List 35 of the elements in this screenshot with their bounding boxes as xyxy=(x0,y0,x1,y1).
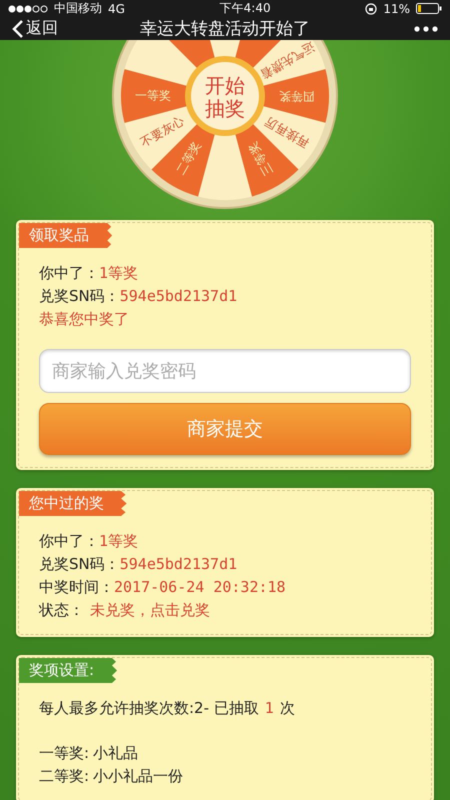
prize-name: 小小礼品一份 xyxy=(93,766,184,787)
prize-name: 小礼品 xyxy=(93,743,138,764)
back-link[interactable]: 返回 xyxy=(12,18,92,39)
field-value: 594e5bd2137d1 xyxy=(120,286,238,307)
wheel-segment-label: 一等奖 xyxy=(135,88,171,102)
draw-count-unit: 次 xyxy=(280,698,295,719)
clock-time: 下午4:40 xyxy=(220,0,271,17)
field-value: 594e5bd2137d1 xyxy=(120,554,238,575)
congrats-message: 恭喜您中奖了 xyxy=(39,309,130,330)
back-chevron-icon xyxy=(12,18,24,38)
field-label: 状态： xyxy=(39,600,84,621)
rotation-lock-icon xyxy=(365,2,378,14)
field-value: 1等奖 xyxy=(99,531,138,552)
password-input[interactable]: 商家输入兑奖密码 xyxy=(39,349,411,393)
signal-icon xyxy=(8,4,48,12)
field-value: 1等奖 xyxy=(99,263,138,284)
battery-percent: 11% xyxy=(383,2,410,16)
network-type: 4G xyxy=(108,2,125,16)
page-title: 幸运大转盘活动开始了 xyxy=(139,18,311,40)
carrier-name: 中国移动 xyxy=(54,0,102,17)
submit-button[interactable]: 商家提交 xyxy=(39,403,411,455)
field-value: 2017-06-24 20:32:18 xyxy=(114,577,286,598)
field-label: 你中了： xyxy=(39,263,99,284)
field-label: 兑奖SN码： xyxy=(39,554,120,575)
draw-limit-text: 每人最多允许抽奖次数:2- 已抽取 xyxy=(39,698,259,719)
redeem-link[interactable]: 未兑奖，点击兑奖 xyxy=(90,599,210,622)
draw-count: 1 xyxy=(264,698,274,719)
field-label: 中奖时间： xyxy=(39,577,114,598)
prize-level: 一等奖: xyxy=(39,743,90,764)
wheel-segment-label: 四等奖 xyxy=(279,90,315,104)
battery-icon xyxy=(416,3,442,14)
field-label: 兑奖SN码： xyxy=(39,286,120,307)
prize-level: 二等奖: xyxy=(39,766,90,787)
field-label: 你中了： xyxy=(39,531,99,552)
more-dots-icon xyxy=(414,26,438,32)
